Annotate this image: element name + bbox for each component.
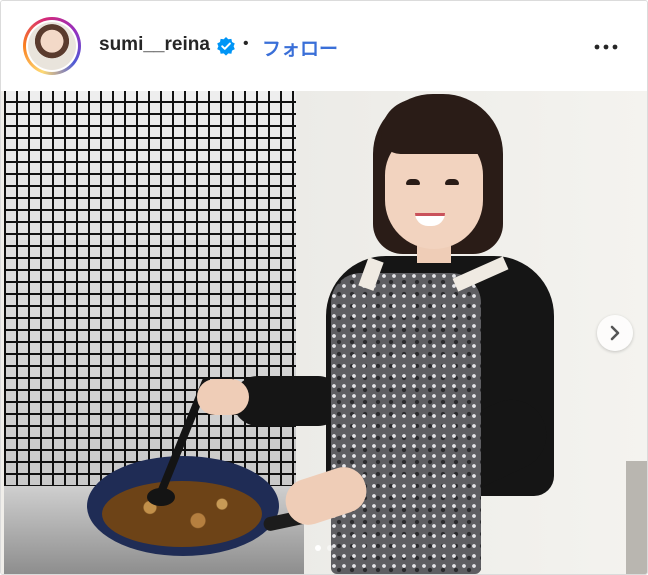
post-photo[interactable] bbox=[1, 91, 647, 574]
avatar[interactable] bbox=[26, 20, 78, 72]
follow-button[interactable]: フォロー bbox=[262, 34, 338, 61]
separator-dot: • bbox=[243, 35, 249, 52]
floral-apron bbox=[331, 273, 481, 574]
person-eye bbox=[406, 179, 420, 185]
carousel-next-button[interactable] bbox=[597, 315, 633, 351]
username[interactable]: sumi__reina bbox=[99, 34, 210, 56]
cabinet-edge bbox=[626, 461, 647, 574]
more-options-icon[interactable] bbox=[591, 37, 621, 57]
avatar-image bbox=[28, 22, 76, 70]
story-ring[interactable] bbox=[23, 17, 81, 75]
post-header: sumi__reina • フォロー bbox=[1, 1, 647, 91]
curry bbox=[102, 481, 262, 547]
post-card: sumi__reina • フォロー bbox=[0, 0, 648, 575]
tile-shade bbox=[4, 91, 296, 491]
carousel-dots bbox=[309, 543, 349, 553]
person-eye bbox=[445, 179, 459, 185]
ladle-head bbox=[147, 488, 175, 506]
carousel-dot bbox=[327, 545, 333, 551]
carousel-dot-active bbox=[315, 545, 321, 551]
verified-badge-icon bbox=[217, 37, 235, 56]
chevron-right-icon bbox=[610, 325, 620, 341]
person-left-hand bbox=[197, 379, 249, 415]
person-bangs bbox=[381, 99, 491, 154]
person-left-arm bbox=[233, 376, 343, 426]
